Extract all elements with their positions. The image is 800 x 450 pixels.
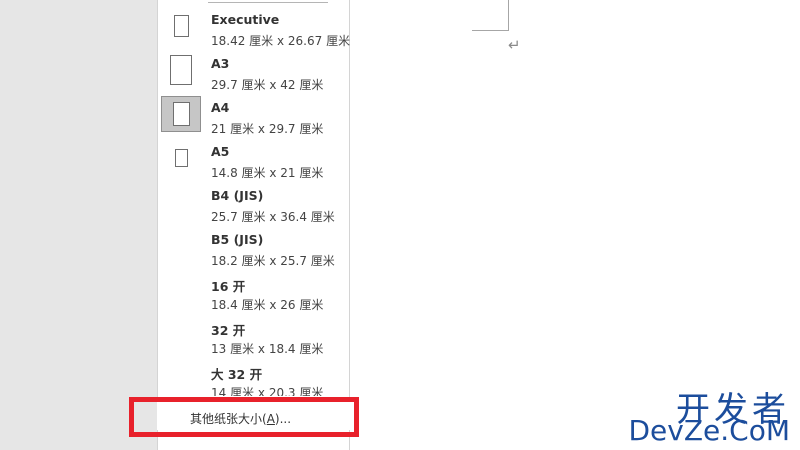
paper-size-name: A3 [211, 56, 230, 71]
paper-a5-icon [174, 149, 188, 167]
paragraph-mark: ↵ [508, 36, 521, 54]
paper-size-list: Executive 18.42 厘米 x 26.67 厘米 A3 29.7 厘米… [158, 8, 351, 396]
paper-size-dimensions: 18.42 厘米 x 26.67 厘米 [211, 34, 351, 48]
watermark-english-text: DevZe.CoM [628, 414, 790, 447]
paper-size-item-b4-jis[interactable]: B4 (JIS) 25.7 厘米 x 36.4 厘米 [158, 184, 349, 228]
annotation-highlight-box [129, 397, 359, 437]
paper-size-item-executive[interactable]: Executive 18.42 厘米 x 26.67 厘米 [158, 8, 351, 52]
paper-size-name: A4 [211, 100, 230, 115]
paper-size-dimensions: 18.2 厘米 x 25.7 厘米 [211, 254, 335, 268]
paper-size-name: 32 开 [211, 323, 246, 338]
paper-size-name: A5 [211, 144, 230, 159]
paper-thumb [161, 52, 201, 88]
paper-size-menu: Executive 18.42 厘米 x 26.67 厘米 A3 29.7 厘米… [157, 0, 350, 450]
paper-size-dimensions: 14 厘米 x 20.3 厘米 [211, 386, 324, 396]
paper-executive-icon [173, 15, 189, 37]
paper-size-dimensions: 14.8 厘米 x 21 厘米 [211, 166, 324, 180]
paper-size-name: 大 32 开 [211, 367, 263, 382]
paper-size-dimensions: 18.4 厘米 x 26 厘米 [211, 298, 324, 312]
paper-size-dimensions: 25.7 厘米 x 36.4 厘米 [211, 210, 335, 224]
paper-size-item-a4[interactable]: A4 21 厘米 x 29.7 厘米 [158, 96, 349, 140]
paper-size-name: B4 (JIS) [211, 188, 264, 203]
paper-thumb [161, 140, 201, 176]
menu-top-sliver [158, 0, 351, 4]
paper-size-dimensions: 21 厘米 x 29.7 厘米 [211, 122, 324, 136]
paper-size-name: B5 (JIS) [211, 232, 264, 247]
paper-size-item-a3[interactable]: A3 29.7 厘米 x 42 厘米 [158, 52, 349, 96]
paper-size-item-32k[interactable]: 32 开 13 厘米 x 18.4 厘米 [158, 316, 349, 360]
paper-size-name: 16 开 [211, 279, 246, 294]
paper-size-item-a5[interactable]: A5 14.8 厘米 x 21 厘米 [158, 140, 349, 184]
watermark-logo: 开发者 DevZe.CoM [628, 382, 800, 448]
page-corner-mark [472, 0, 509, 31]
left-gutter [0, 0, 157, 450]
paper-size-item-16k[interactable]: 16 开 18.4 厘米 x 26 厘米 [158, 272, 349, 316]
paper-size-item-b5-jis[interactable]: B5 (JIS) 18.2 厘米 x 25.7 厘米 [158, 228, 349, 272]
paper-a3-icon [170, 55, 192, 85]
paper-size-name: Executive [211, 12, 280, 27]
paper-size-dimensions: 29.7 厘米 x 42 厘米 [211, 78, 324, 92]
paper-size-dimensions: 13 厘米 x 18.4 厘米 [211, 342, 324, 356]
paper-a4-icon [172, 102, 190, 126]
paper-thumb-selected [161, 96, 201, 132]
paper-thumb [161, 8, 201, 44]
paper-size-item-large-32k[interactable]: 大 32 开 14 厘米 x 20.3 厘米 [158, 360, 349, 396]
